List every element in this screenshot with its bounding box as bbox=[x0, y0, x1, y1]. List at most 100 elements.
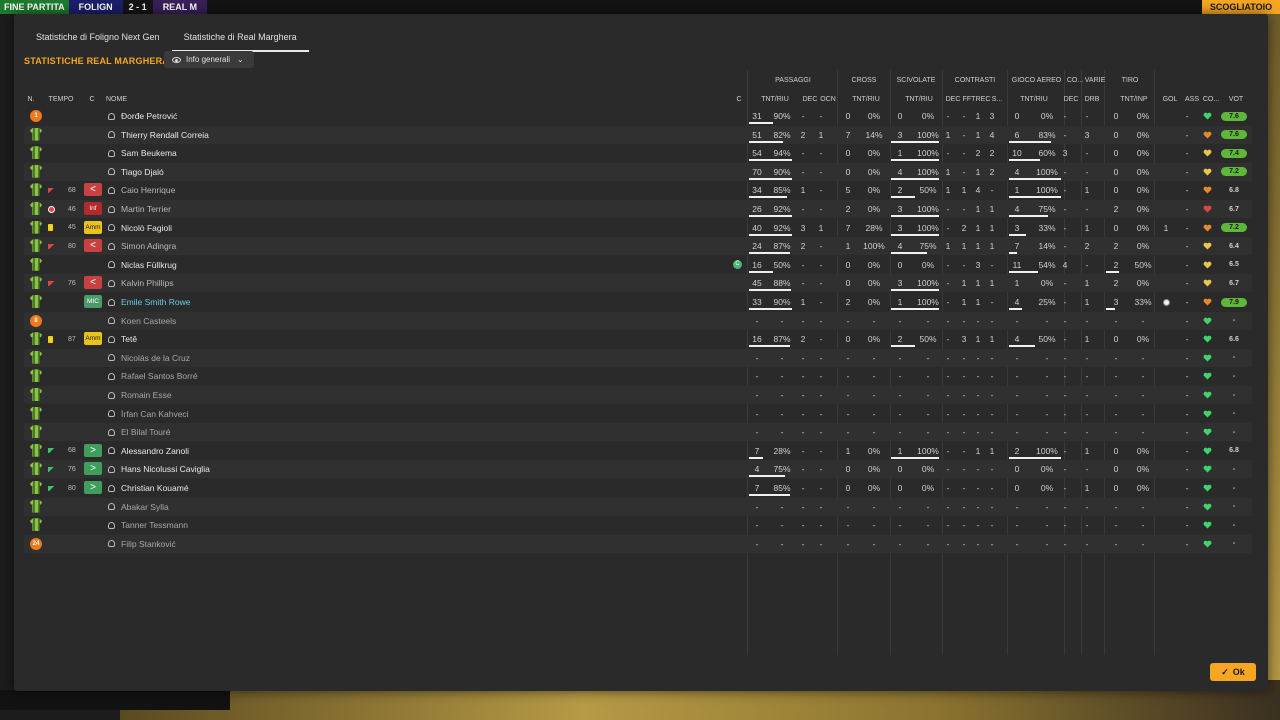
table-row[interactable]: 80 > Christian Kouamé 7 85% - -0 0% 0 0% - - - -0 0% -1… bbox=[24, 479, 1252, 497]
match-rating: - bbox=[1232, 410, 1236, 418]
table-row[interactable]: 76 > Hans Nicolussi Caviglia 4 75% - -0 0% 0 0% - -… bbox=[24, 460, 1252, 479]
player-name[interactable]: Hans Nicolussi Caviglia bbox=[108, 460, 210, 478]
player-icon bbox=[108, 465, 115, 473]
table-row[interactable]: 68 > Alessandro Zanoli 7 28% - -1 0% 1 100% - -1 1 2 1… bbox=[24, 442, 1252, 460]
stat-cfft: - bbox=[962, 371, 966, 382]
table-row[interactable]: 1 Đorđe Petrović 31 90% - -0 0% 0 0% - -1 3 0 0% - -0 0%… bbox=[24, 107, 1252, 125]
stat-t1: 0 bbox=[1113, 334, 1119, 345]
table-row[interactable]: Thierry Rendall Correia 51 82% 2 1 7 14% 3 100% 1… bbox=[24, 125, 1252, 144]
stat-c1: 2 bbox=[845, 297, 851, 307]
stat-drb: - bbox=[1085, 259, 1089, 270]
shirt-icon bbox=[30, 164, 42, 178]
sub-on-icon bbox=[48, 466, 55, 472]
heart-icon bbox=[1203, 335, 1212, 343]
player-icon bbox=[108, 503, 115, 511]
heart-icon bbox=[1203, 447, 1212, 455]
player-name[interactable]: Alessandro Zanoli bbox=[108, 442, 189, 460]
table-row[interactable]: 24 Filip Stanković - - - - - - - - - - - - - - - - - - - - bbox=[24, 534, 1252, 553]
stat-c2: 0% bbox=[867, 185, 881, 196]
ratio-bar bbox=[749, 215, 792, 217]
stat-a1: - bbox=[1015, 352, 1019, 363]
ratio-bar bbox=[749, 233, 792, 236]
table-row[interactable]: El Bilal Touré - - - - - - - - - - - - - - - - - - - - bbox=[24, 423, 1252, 442]
player-name[interactable]: Filip Stanković bbox=[108, 535, 176, 553]
player-name[interactable]: Caio Henrique bbox=[108, 181, 175, 199]
player-name-label: Simon Adingra bbox=[121, 241, 177, 252]
stat-drb: - bbox=[1085, 427, 1089, 438]
goalkeeper-number-badge: 1 bbox=[30, 110, 42, 122]
stat-pocn: - bbox=[819, 148, 823, 159]
stat-pocn: - bbox=[819, 352, 823, 363]
tab-real-marghera-stats[interactable]: Statistiche di Real Marghera bbox=[171, 28, 309, 52]
stat-pdec: - bbox=[801, 166, 805, 177]
table-row[interactable]: Tiago Djaló 70 90% - -0 0% 4 100% 1-1 2 4 100% - -0 0%… bbox=[24, 162, 1252, 181]
table-row[interactable]: 8 Koen Casteels - - - - - - - - - - - - - - - - - - - - bbox=[24, 311, 1252, 330]
player-icon bbox=[108, 149, 115, 157]
player-name[interactable]: Tetê bbox=[108, 330, 137, 348]
player-name[interactable]: Đorđe Petrović bbox=[108, 107, 177, 125]
stat-drb: - bbox=[1085, 408, 1089, 419]
player-name[interactable]: Abakar Sylla bbox=[108, 498, 169, 516]
stat-codec: - bbox=[1063, 427, 1067, 438]
player-name[interactable]: Tanner Tessmann bbox=[108, 516, 188, 534]
player-name[interactable]: İrfan Can Kahveci bbox=[108, 405, 189, 423]
stat-p1: - bbox=[755, 390, 759, 400]
table-row[interactable]: Romain Esse - - - - - - - - - - - - - - - - - - - - bbox=[24, 386, 1252, 404]
player-name[interactable]: Nicolás de la Cruz bbox=[108, 349, 190, 367]
table-row[interactable]: MIC Emile Smith Rowe 33 90% 1-2 0% 1 100% -1 1-4 2… bbox=[24, 293, 1252, 311]
stat-cfft: - bbox=[962, 520, 966, 531]
player-name[interactable]: Koen Casteels bbox=[108, 312, 176, 330]
view-dropdown[interactable]: Info generali ⌄ bbox=[164, 51, 254, 68]
position-badge: Amm bbox=[84, 220, 102, 234]
player-name[interactable]: Thierry Rendall Correia bbox=[108, 126, 209, 144]
stat-pdec: - bbox=[801, 371, 805, 382]
player-name[interactable]: Simon Adingra bbox=[108, 237, 176, 255]
rating-cell: - bbox=[1219, 423, 1249, 441]
table-row[interactable]: Rafael Santos Borré - - - - - - - - - - - - - - - - - - - - bbox=[24, 367, 1252, 385]
player-name[interactable]: Sam Beukema bbox=[108, 144, 177, 162]
stat-t2: 0% bbox=[1136, 166, 1150, 177]
player-name[interactable]: El Bilal Touré bbox=[108, 423, 170, 441]
rating-cell: 7.6 bbox=[1219, 126, 1249, 144]
player-name[interactable]: Rafael Santos Borré bbox=[108, 367, 198, 385]
table-row[interactable]: 45 Amm Nicolò Fagioli 40 92% 3 1 7 28% 3 100% -2 1 1 3… bbox=[24, 219, 1252, 237]
condition-cell bbox=[1200, 330, 1214, 348]
table-row[interactable]: 46 Inf Martin Terrier 26 92% - -2 0% 3 100% - -1 1 4 7… bbox=[24, 200, 1252, 218]
table-row[interactable]: 68 < Caio Henrique 34 85% 1-5 0% 2 50% 1 1 4-1 100% -… bbox=[24, 181, 1252, 199]
table-row[interactable]: 80 < Simon Adingra 24 87% 2-1 100% 4 75% 1 1 1 1 7 14%… bbox=[24, 237, 1252, 256]
stat-drb: - bbox=[1085, 166, 1089, 177]
table-row[interactable]: Abakar Sylla - - - - - - - - - - - - - - - - - - - - bbox=[24, 497, 1252, 516]
player-name[interactable]: Martin Terrier bbox=[108, 200, 171, 218]
dressing-room-button[interactable]: SCOGLIATOIO bbox=[1202, 0, 1280, 14]
player-name[interactable]: Emile Smith Rowe bbox=[108, 293, 190, 311]
ok-button[interactable]: ✓ Ok bbox=[1210, 663, 1256, 681]
stat-crec: 1 bbox=[975, 222, 981, 233]
stat-s1: 0 bbox=[897, 259, 903, 270]
group-header-7: TIRO bbox=[1121, 76, 1139, 84]
player-name[interactable]: Nicolò Fagioli bbox=[108, 219, 172, 237]
stat-ass: - bbox=[1185, 538, 1189, 549]
table-row[interactable]: Nicolás de la Cruz - - - - - - - - - - - - - - - - - - - - bbox=[24, 348, 1252, 367]
table-row[interactable]: İrfan Can Kahveci - - - - - - - - - - - - - - - - - - - - bbox=[24, 405, 1252, 423]
yellow-card-icon bbox=[48, 224, 53, 232]
stat-pdec: - bbox=[801, 315, 805, 326]
event-indicator bbox=[48, 479, 55, 497]
ratio-bar bbox=[749, 196, 787, 199]
col-co: CO... bbox=[1202, 95, 1220, 103]
player-name[interactable]: Tiago Djaló bbox=[108, 163, 164, 181]
player-name[interactable]: Niclas Füllkrug bbox=[108, 256, 177, 274]
table-row[interactable]: Niclas Füllkrug C 16 50% - -0 0% 0 0% - -3-11 54% 4-… bbox=[24, 256, 1252, 274]
player-name[interactable]: Kalvin Phillips bbox=[108, 274, 173, 292]
table-row[interactable]: 87 Amm Tetê 16 87% 2-0 0% 2 50% -3 1 1 4 50% -1 0 0% -6.6 bbox=[24, 330, 1252, 348]
event-indicator bbox=[48, 274, 55, 292]
table-row[interactable]: Sam Beukema 54 94% - -0 0% 1 100% - -2 2 10 60% 3-0 0%… bbox=[24, 144, 1252, 162]
stat-s2: 0% bbox=[921, 259, 935, 270]
stat-codec: - bbox=[1063, 501, 1067, 512]
player-name[interactable]: Romain Esse bbox=[108, 386, 172, 404]
player-name-label: Koen Casteels bbox=[121, 315, 177, 326]
player-name[interactable]: Christian Kouamé bbox=[108, 479, 189, 497]
table-row[interactable]: 76 < Kalvin Phillips 45 88% - -0 0% 3 100% -1 1 1 1 0%… bbox=[24, 274, 1252, 293]
stat-drb: - bbox=[1085, 520, 1089, 531]
tab-foligno-stats[interactable]: Statistiche di Foligno Next Gen bbox=[24, 28, 172, 52]
table-row[interactable]: Tanner Tessmann - - - - - - - - - - - - - - - - - - - - bbox=[24, 516, 1252, 534]
